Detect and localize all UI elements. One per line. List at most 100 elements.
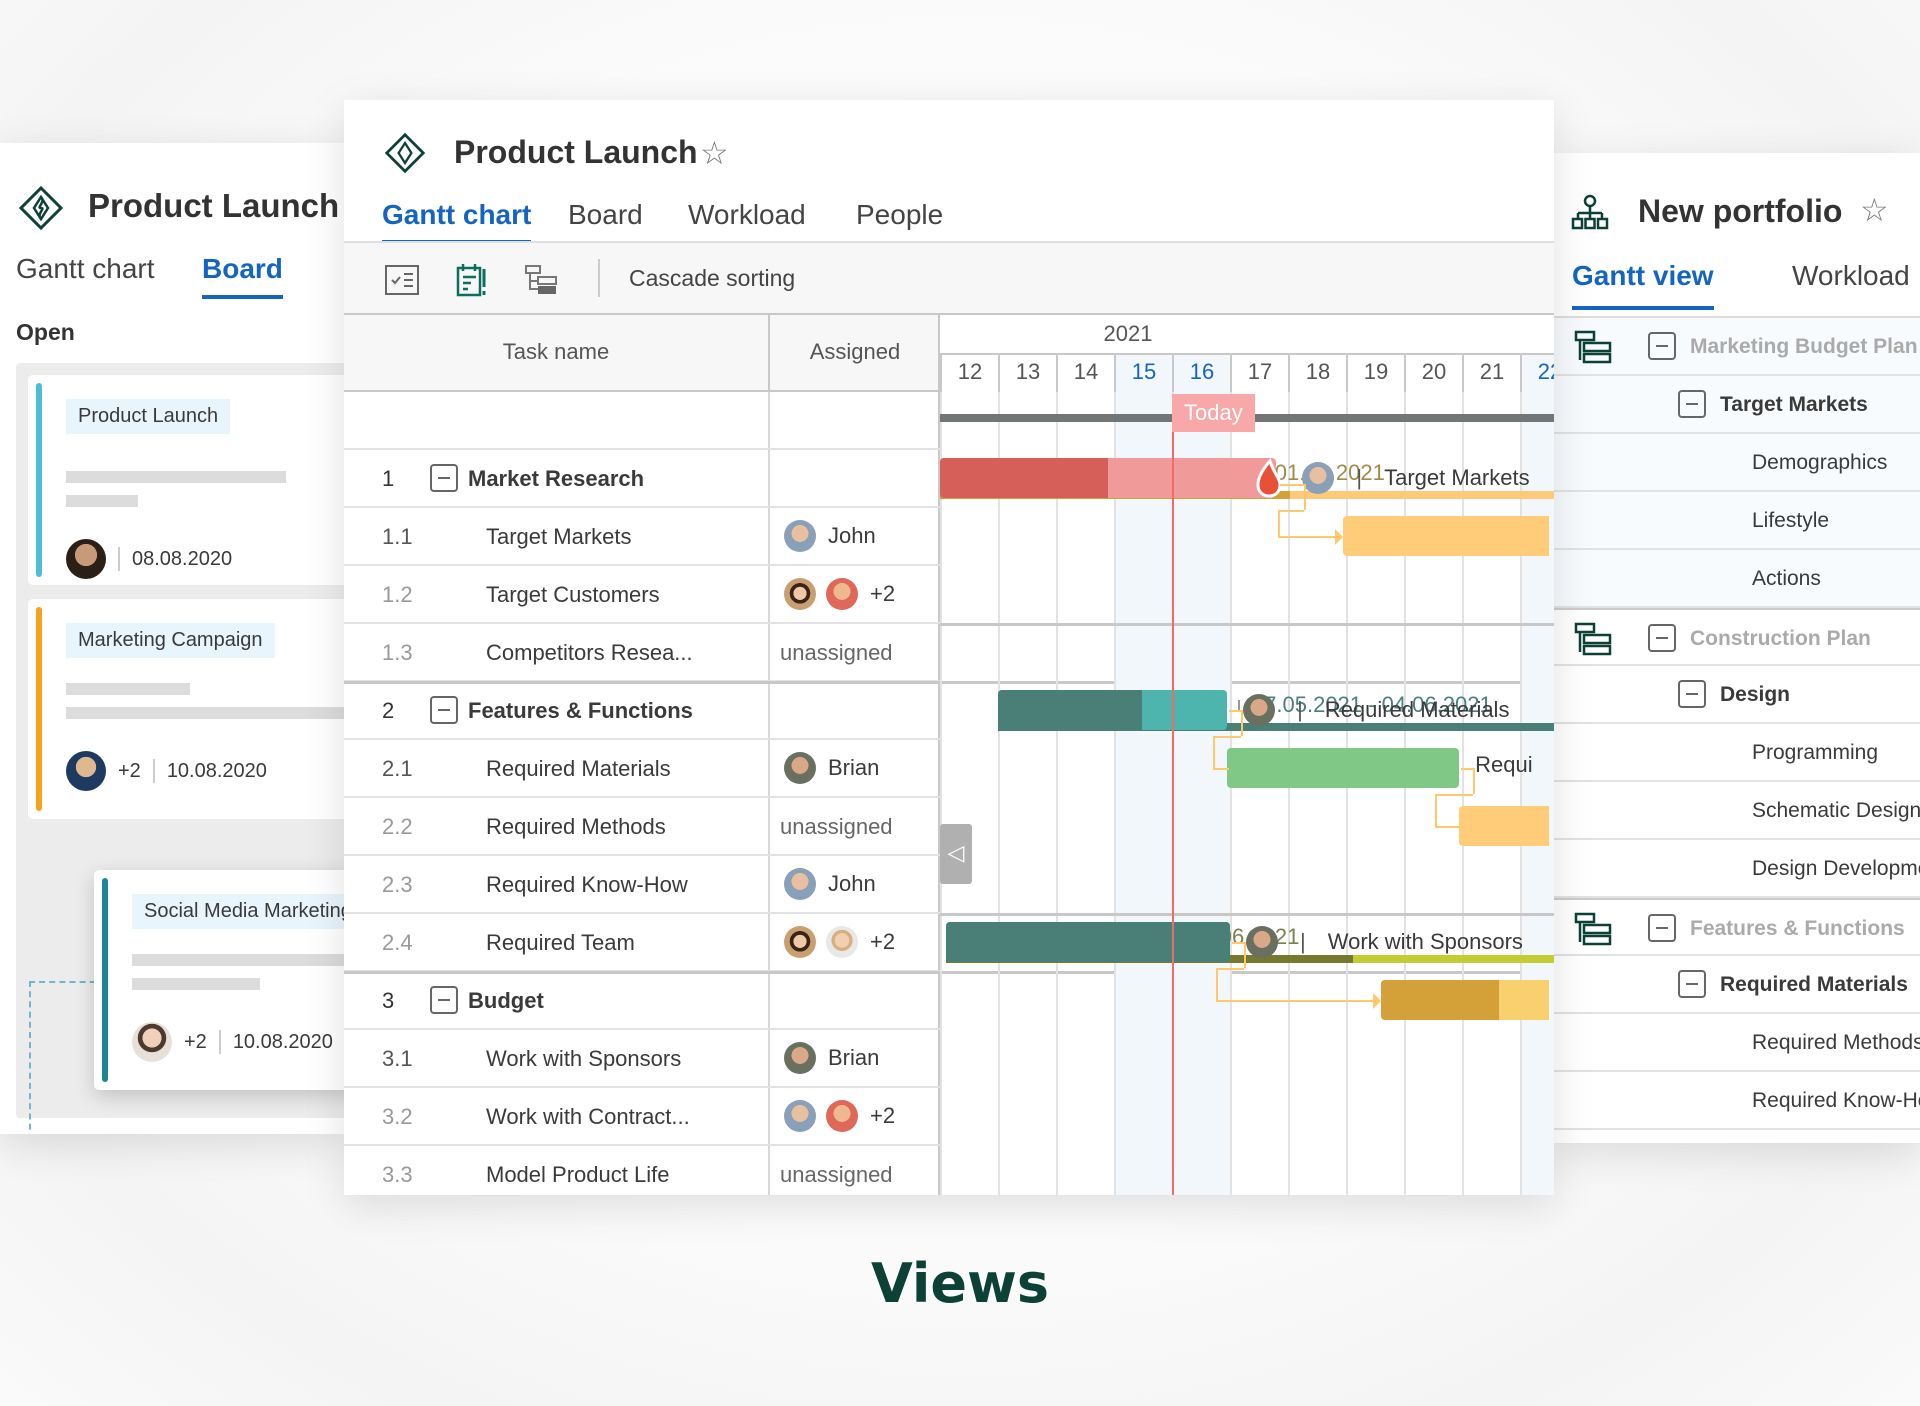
task-row[interactable]: 2.2 Required Methods unassigned [344,798,940,856]
collapse-minus-icon[interactable] [430,464,458,492]
row-label: Programming [1752,741,1879,764]
assignee[interactable]: +2 [784,578,895,610]
group-row[interactable]: 3 Budget [344,972,940,1030]
day-header: 15 [1114,355,1172,392]
group-name: Budget [468,988,544,1013]
task-name-header[interactable]: Task name [344,315,768,392]
task-name: Required Team [486,930,635,955]
collapse-minus-icon[interactable] [1648,332,1676,360]
avatar [784,926,816,958]
day-column [1056,392,1114,1195]
hierarchy-icon[interactable] [524,263,560,297]
task-row[interactable]: 1.2 Target Customers +2 [344,566,940,624]
bar-label-text: Required Materials [1324,697,1510,722]
collapse-minus-icon[interactable] [1678,970,1706,998]
tab-gantt-chart[interactable]: Gantt chart [382,199,532,244]
portfolio-group-row[interactable]: Required Materials [1554,956,1920,1014]
portfolio-task-row[interactable]: Required Know-How [1554,1072,1920,1130]
task-row[interactable]: 2.1 Required Materials Brian [344,740,940,798]
assigned-header[interactable]: Assigned [768,315,940,392]
assignee[interactable]: Brian [784,752,879,784]
assignee[interactable]: +2 [784,926,895,958]
group-row[interactable]: 1 Market Research [344,450,940,508]
tab-gantt-view[interactable]: Gantt view [1572,260,1714,310]
row-number: 3.3 [382,1162,413,1187]
calendar-deadline-icon[interactable] [454,263,490,297]
assignee[interactable]: unassigned [780,640,893,666]
row-label: Required Know-How [1752,1089,1920,1112]
dependency-link [1241,710,1244,736]
group-row[interactable]: 2 Features & Functions [344,682,940,740]
portfolio-project-row[interactable]: Marketing Budget Plan [1554,318,1920,376]
task-row[interactable]: 2.3 Required Know-How John [344,856,940,914]
avatar [66,539,106,579]
project-gantt-icon [1574,912,1612,946]
row-number: 3 [382,988,395,1013]
collapse-minus-icon[interactable] [430,696,458,724]
task-name-label: Task name [502,339,610,364]
collapse-minus-icon[interactable] [430,986,458,1014]
assignee[interactable]: unassigned [780,814,893,840]
collapse-minus-icon[interactable] [1648,914,1676,942]
assignee[interactable]: John [784,868,876,900]
task-row[interactable]: 1.3 Competitors Resea... unassigned [344,624,940,682]
task-bar[interactable] [998,690,1228,730]
task-name: Target Markets [486,524,632,549]
avatar [784,752,816,784]
row-number: 1 [382,466,395,491]
task-bar[interactable] [1459,806,1549,846]
portfolio-group-row[interactable]: Design [1554,666,1920,724]
assignee[interactable]: Brian [784,1042,879,1074]
tab-workload[interactable]: Workload [688,199,806,231]
assignee[interactable]: +2 [784,1100,895,1132]
assignee[interactable]: unassigned [780,1162,893,1188]
day-column [1114,392,1172,1195]
portfolio-task-row[interactable]: Lifestyle [1554,492,1920,550]
portfolio-task-row[interactable]: Demographics [1554,434,1920,492]
task-row[interactable]: 2.4 Required Team +2 [344,914,940,972]
tab-board[interactable]: Board [202,253,283,299]
portfolio-project-row[interactable]: Construction Plan [1554,608,1920,666]
portfolio-group-row[interactable]: Target Markets [1554,376,1920,434]
task-name: Model Product Life [486,1162,670,1187]
favorite-star-icon[interactable]: ☆ [700,134,729,172]
collapse-table-button[interactable]: ◁ [940,824,972,884]
task-bar[interactable] [1227,748,1460,788]
portfolio-hierarchy-icon [1571,194,1609,230]
portfolio-task-row[interactable]: Programming [1554,724,1920,782]
collapse-minus-icon[interactable] [1678,680,1706,708]
portfolio-task-row[interactable]: Design Development [1554,840,1920,898]
dependency-link [1232,942,1244,944]
task-bar[interactable] [1380,980,1549,1020]
portfolio-task-row[interactable]: Actions [1554,550,1920,608]
row-label: Actions [1752,567,1821,590]
row-label: Marketing Budget Plan [1690,335,1918,358]
tab-board[interactable]: Board [568,199,643,231]
task-row[interactable]: 3.2 Work with Contract... +2 [344,1088,940,1146]
task-row[interactable]: 1.1 Target Markets John [344,508,940,566]
task-bar[interactable] [940,458,1277,498]
row-number: 1.2 [382,582,413,607]
task-row[interactable]: 3.1 Work with Sponsors Brian [344,1030,940,1088]
board-card[interactable]: Marketing Campaign +2 10.08.2020 [28,599,344,819]
task-bar[interactable] [945,922,1230,962]
portfolio-task-row[interactable]: Schematic Design [1554,782,1920,840]
cascade-sorting-button[interactable]: Cascade sorting [629,265,795,292]
task-row[interactable]: 3.3 Model Product Life unassigned [344,1146,940,1195]
favorite-star-icon[interactable]: ☆ [1860,191,1889,229]
tab-gantt-chart[interactable]: Gantt chart [16,253,155,285]
portfolio-task-row[interactable]: Required Methods [1554,1014,1920,1072]
collapse-minus-icon[interactable] [1678,390,1706,418]
assignee[interactable]: John [784,520,876,552]
tab-people[interactable]: People [856,199,943,231]
task-list-icon[interactable] [384,263,420,297]
task-bar[interactable] [1343,516,1549,556]
tab-workload[interactable]: Workload [1792,260,1910,292]
row-label: Schematic Design [1752,799,1920,822]
placeholder-line [66,495,138,507]
portfolio-project-row[interactable]: Features & Functions [1554,898,1920,956]
dependency-link [1304,484,1307,510]
collapse-minus-icon[interactable] [1648,624,1676,652]
dragged-card[interactable]: Social Media Marketing +2 10.08.2020 [94,870,344,1090]
board-card[interactable]: Product Launch 08.08.2020 [28,375,344,585]
